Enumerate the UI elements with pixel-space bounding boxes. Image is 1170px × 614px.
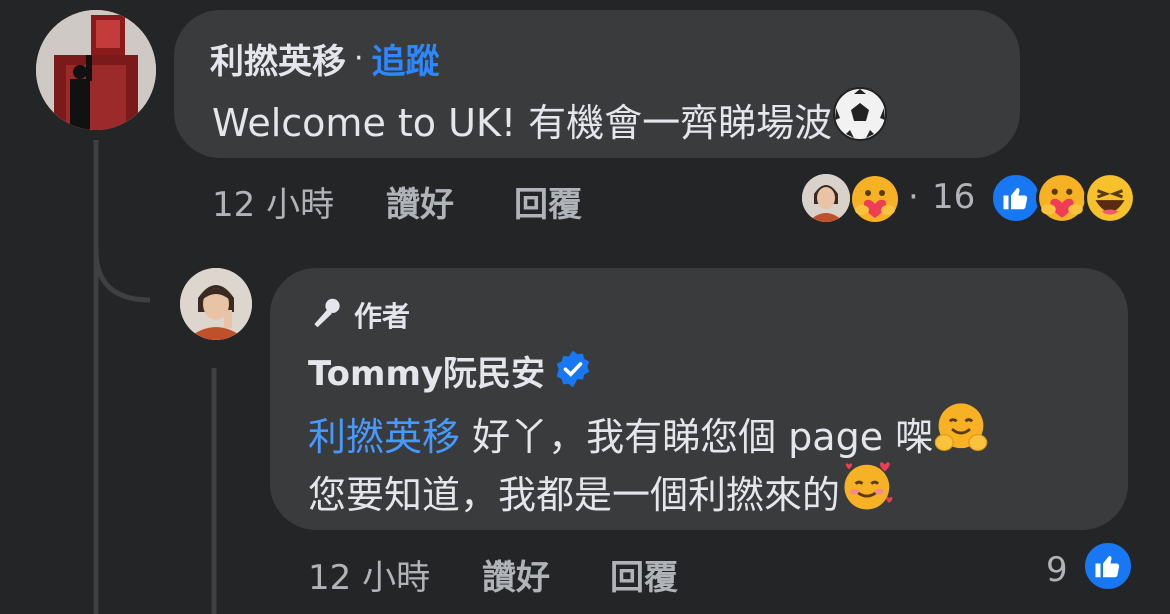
smiling-face-with-hearts-icon <box>840 458 896 523</box>
reply-line-1: 利撚英移 好丫，我有睇您個 page 㗎 <box>308 400 989 465</box>
reaction-dot: · <box>908 177 919 217</box>
like-reaction-icon[interactable] <box>990 172 1042 224</box>
care-reaction-icon <box>850 174 900 228</box>
reply-time[interactable]: 12 小時 <box>308 550 430 599</box>
comment-time[interactable]: 12 小時 <box>212 177 334 226</box>
reply-like-button[interactable]: 讚好 <box>482 550 550 599</box>
author-badge-label: 作者 <box>354 300 411 333</box>
reply-line-2-text: 您要知道，我都是一個利撚來的 <box>308 473 841 517</box>
commenter-avatar[interactable] <box>36 10 156 130</box>
comment-text-body: Welcome to UK! 有機會一齊睇場波 <box>212 101 833 145</box>
hugging-face-icon <box>933 400 989 465</box>
comment-reply-button[interactable]: 回覆 <box>514 177 582 226</box>
reply-reply-button[interactable]: 回覆 <box>610 550 678 599</box>
reply-author-avatar[interactable] <box>180 268 252 340</box>
comment-author[interactable]: 利撚英移 <box>210 34 346 83</box>
reaction-count[interactable]: 16 <box>932 177 975 217</box>
comment-like-button[interactable]: 讚好 <box>386 177 454 226</box>
microphone-icon <box>308 294 346 336</box>
reply-like-reaction-icon[interactable] <box>1082 540 1134 592</box>
reply-like-count[interactable]: 9 <box>1046 550 1068 590</box>
reply-line-1-text: 好丫，我有睇您個 page 㗎 <box>460 415 934 459</box>
comment-text: Welcome to UK! 有機會一齊睇場波 <box>212 86 888 151</box>
author-badge: 作者 <box>308 294 410 336</box>
comment-header: 利撚英移 · 追蹤 <box>210 34 440 83</box>
care-reaction-icon-2[interactable] <box>1036 172 1088 224</box>
header-separator: · <box>354 41 364 76</box>
verified-badge-icon <box>553 349 593 393</box>
reply-line-2: 您要知道，我都是一個利撚來的 <box>308 458 896 523</box>
reply-author[interactable]: Tommy阮民安 <box>308 346 545 395</box>
mention-link[interactable]: 利撚英移 <box>308 415 460 459</box>
soccer-ball-icon <box>832 86 888 151</box>
reply-header: Tommy阮民安 <box>308 346 593 395</box>
follow-button[interactable]: 追蹤 <box>372 34 440 83</box>
haha-reaction-icon[interactable] <box>1084 172 1136 224</box>
reactor-avatar[interactable] <box>802 174 850 222</box>
